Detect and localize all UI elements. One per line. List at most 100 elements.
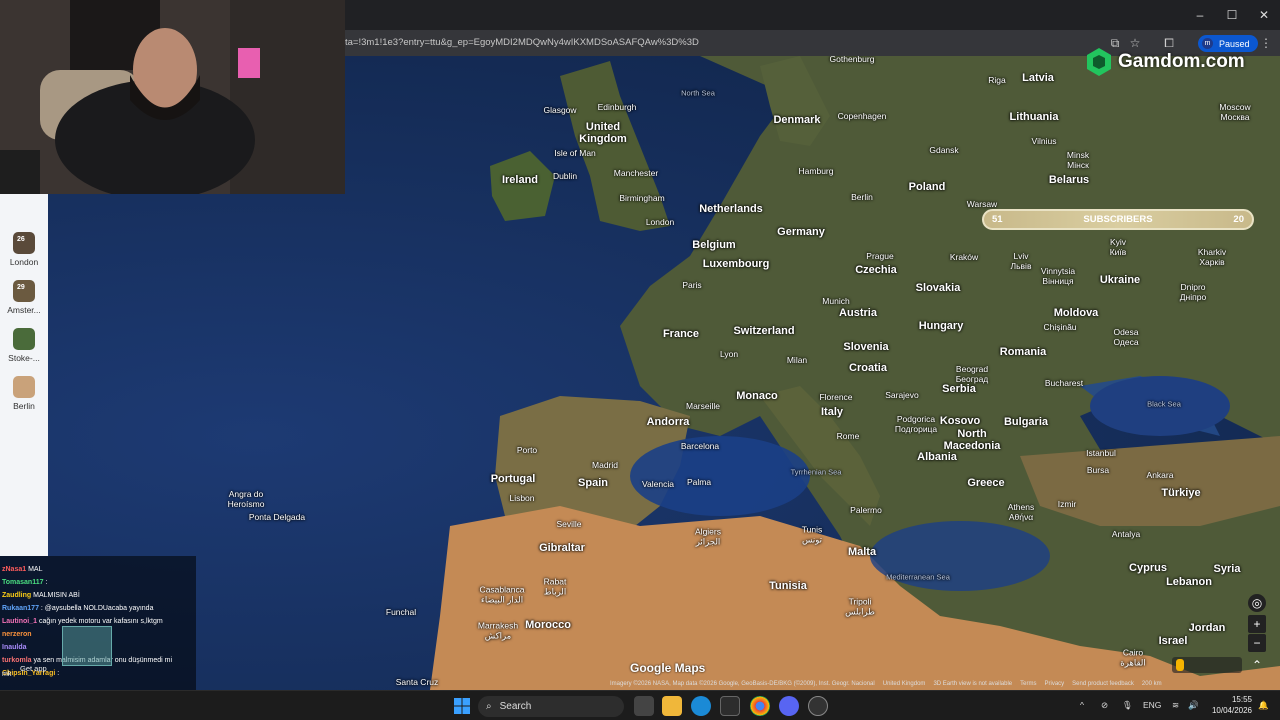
city-label[interactable]: Istanbul <box>1086 448 1116 458</box>
city-label[interactable]: Athens Αθήνα <box>1008 502 1034 522</box>
country-label[interactable]: Cyprus <box>1129 562 1167 574</box>
city-label[interactable]: Dublin <box>553 171 577 181</box>
city-label[interactable]: Rome <box>837 431 860 441</box>
country-label[interactable]: Tunisia <box>769 580 807 592</box>
country-label[interactable]: Romania <box>1000 346 1046 358</box>
language-indicator[interactable]: ENG <box>1143 700 1161 710</box>
network-off-icon[interactable]: ⊘ <box>1101 700 1108 711</box>
discord-icon[interactable] <box>779 696 799 716</box>
country-label[interactable]: Ukraine <box>1100 274 1140 286</box>
system-clock[interactable]: 15:55 10/04/2026 <box>1208 694 1252 716</box>
city-label[interactable]: Algiers الجزائر <box>695 527 721 548</box>
close-button[interactable]: ✕ <box>1248 0 1280 30</box>
city-label[interactable]: Porto <box>517 445 537 455</box>
country-label[interactable]: North Macedonia <box>944 428 1001 452</box>
city-label[interactable]: Palma <box>687 477 711 487</box>
city-label[interactable]: Bucharest <box>1045 378 1083 388</box>
sea-label[interactable]: Black Sea <box>1147 400 1181 409</box>
city-label[interactable]: Antalya <box>1112 529 1140 539</box>
city-label[interactable]: Birmingham <box>619 193 664 203</box>
zoom-out-button[interactable]: − <box>1248 634 1266 652</box>
minimize-button[interactable]: – <box>1184 0 1216 30</box>
country-label[interactable]: Belarus <box>1049 174 1089 186</box>
feedback-link[interactable]: Send product feedback <box>1072 681 1134 690</box>
chrome-icon[interactable] <box>750 696 770 716</box>
country-label[interactable]: Türkiye <box>1161 487 1200 499</box>
city-label[interactable]: Podgorica Подгорица <box>895 414 937 434</box>
country-label[interactable]: Croatia <box>849 362 887 374</box>
country-label[interactable]: Hungary <box>919 320 964 332</box>
privacy-link[interactable]: Privacy <box>1045 681 1065 690</box>
microphone-icon[interactable]: 🎙 <box>1122 700 1133 711</box>
city-label[interactable]: Dnipro Дніпро <box>1180 282 1206 302</box>
layers-control[interactable] <box>1172 657 1242 673</box>
expand-chevron-icon[interactable]: ⌃ <box>1248 656 1266 674</box>
chat-username[interactable]: turkomla <box>2 657 32 664</box>
chat-username[interactable]: Lautinoi_1 <box>2 618 37 625</box>
country-label[interactable]: Belgium <box>692 239 735 251</box>
country-label[interactable]: Kosovo <box>940 415 980 427</box>
country-label[interactable]: Portugal <box>491 473 536 485</box>
city-label[interactable]: Valencia <box>642 479 674 489</box>
volume-icon[interactable]: 🔊 <box>1188 700 1199 711</box>
country-label[interactable]: Czechia <box>855 264 897 276</box>
country-label[interactable]: Albania <box>917 451 957 463</box>
city-label[interactable]: Ponta Delgada <box>249 512 305 522</box>
country-label[interactable]: Israel <box>1159 635 1188 647</box>
windows-start-icon[interactable] <box>454 698 470 714</box>
city-label[interactable]: Beograd Београд <box>956 364 989 384</box>
city-label[interactable]: Milan <box>787 355 807 365</box>
chat-username[interactable]: nerzeron <box>2 631 32 638</box>
city-label[interactable]: Minsk Мінск <box>1067 150 1089 170</box>
city-label[interactable]: Vilnius <box>1032 136 1057 146</box>
city-label[interactable]: Berlin <box>851 192 873 202</box>
city-label[interactable]: Cairo القاهرة <box>1120 648 1145 669</box>
chat-username[interactable]: Zaudling <box>2 592 31 599</box>
city-label[interactable]: Florence <box>819 392 852 402</box>
country-label[interactable]: Lithuania <box>1010 111 1059 123</box>
chat-username[interactable]: Tomasan117 <box>2 579 44 586</box>
chat-username[interactable]: Inaulda <box>2 644 27 651</box>
tray-overflow-icon[interactable]: ^ <box>1080 700 1084 710</box>
city-label[interactable]: Prague <box>866 251 893 261</box>
country-label[interactable]: Malta <box>848 546 876 558</box>
city-label[interactable]: Marrakesh مراكش <box>478 621 518 642</box>
city-label[interactable]: Moscow Москва <box>1219 102 1250 122</box>
city-label[interactable]: Marseille <box>686 401 720 411</box>
city-label[interactable]: Riga <box>988 75 1005 85</box>
city-label[interactable]: Angra do Heroísmo <box>228 489 265 509</box>
region-link[interactable]: United Kingdom <box>883 681 926 690</box>
zoom-in-button[interactable]: + <box>1248 615 1266 633</box>
country-label[interactable]: Latvia <box>1022 72 1054 84</box>
country-label[interactable]: Ireland <box>502 174 538 186</box>
country-label[interactable]: Serbia <box>942 383 976 395</box>
terms-link[interactable]: Terms <box>1020 681 1036 690</box>
country-label[interactable]: Bulgaria <box>1004 416 1048 428</box>
city-label[interactable]: Izmir <box>1058 499 1076 509</box>
city-label[interactable]: Manchester <box>614 168 658 178</box>
country-label[interactable]: Poland <box>909 181 946 193</box>
maximize-button[interactable]: ☐ <box>1216 0 1248 30</box>
city-label[interactable]: Sarajevo <box>885 390 919 400</box>
city-label[interactable]: Glasgow <box>543 105 576 115</box>
country-label[interactable]: Jordan <box>1189 622 1226 634</box>
city-label[interactable]: Munich <box>822 296 849 306</box>
city-label[interactable]: Edinburgh <box>598 102 637 112</box>
country-label[interactable]: Morocco <box>525 619 571 631</box>
my-location-button[interactable]: ◎ <box>1248 594 1266 612</box>
city-label[interactable]: Kyiv Київ <box>1110 237 1127 257</box>
city-label[interactable]: Kharkiv Харків <box>1198 247 1226 267</box>
city-label[interactable]: Tunis تونس <box>802 525 822 546</box>
chat-username[interactable]: zNasa1 <box>2 566 26 573</box>
app-icon[interactable] <box>808 696 828 716</box>
city-label[interactable]: Funchal <box>386 607 416 617</box>
city-label[interactable]: Lisbon <box>509 493 534 503</box>
sea-label[interactable]: North Sea <box>681 89 715 98</box>
menu-kebab-icon[interactable]: ⋮ <box>1258 35 1274 51</box>
city-label[interactable]: Hamburg <box>799 166 834 176</box>
sidebar-item-amsterdam[interactable]: Amster... 29 <box>0 280 48 315</box>
country-label[interactable]: Slovakia <box>916 282 961 294</box>
city-label[interactable]: Chișinău <box>1043 322 1076 332</box>
country-label[interactable]: Slovenia <box>843 341 888 353</box>
city-label[interactable]: Bursa <box>1087 465 1109 475</box>
